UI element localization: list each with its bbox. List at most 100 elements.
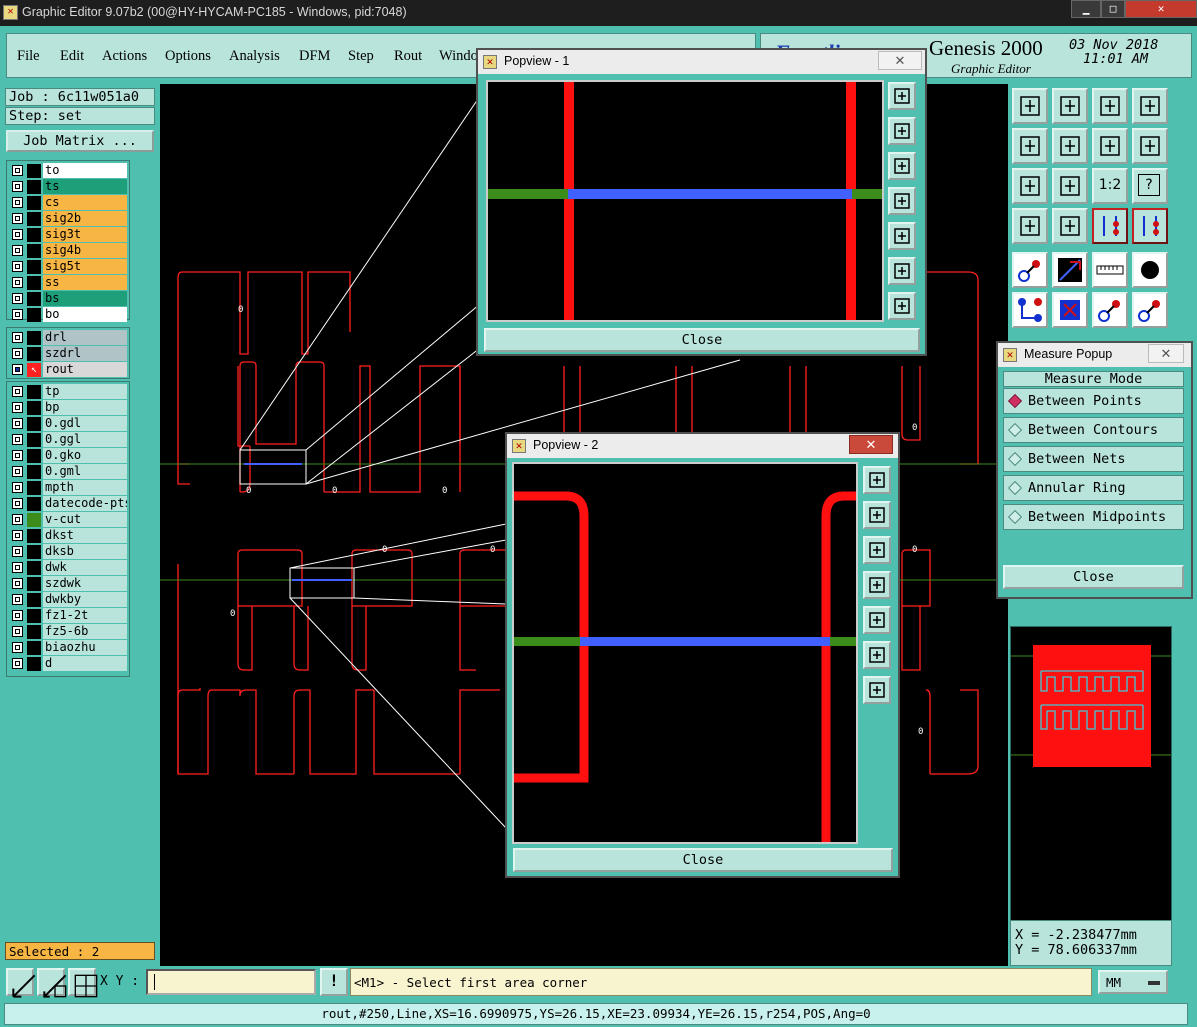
layer-name[interactable]: szdrl bbox=[43, 346, 127, 361]
layer-name[interactable]: dwk bbox=[43, 560, 127, 575]
layer-color-swatch[interactable] bbox=[27, 164, 41, 178]
layer-name[interactable]: d bbox=[43, 656, 127, 671]
layer-row[interactable]: mpth bbox=[9, 480, 127, 496]
close-window-button[interactable]: ✕ bbox=[1125, 0, 1197, 18]
menu-file[interactable]: File bbox=[17, 48, 40, 65]
layer-name[interactable]: bs bbox=[43, 291, 127, 306]
pv-zoom-out-icon[interactable] bbox=[863, 676, 891, 704]
layer-row[interactable]: szdwk bbox=[9, 576, 127, 592]
layer-name[interactable]: ss bbox=[43, 275, 127, 290]
layer-color-swatch[interactable] bbox=[27, 385, 41, 399]
layer-color-swatch[interactable] bbox=[27, 244, 41, 258]
maximize-button[interactable]: □ bbox=[1101, 0, 1125, 18]
layer-checkbox[interactable] bbox=[12, 562, 23, 573]
layer-row[interactable]: d bbox=[9, 656, 127, 672]
pv-zoom-in-icon[interactable] bbox=[888, 257, 916, 285]
menu-dfm[interactable]: DFM bbox=[299, 48, 330, 65]
layer-row[interactable]: szdrl bbox=[9, 346, 127, 362]
menu-step[interactable]: Step bbox=[348, 48, 374, 65]
scale-1-2-icon[interactable]: 1:2 bbox=[1092, 168, 1128, 204]
layer-color-swatch[interactable] bbox=[27, 292, 41, 306]
pv-pan-left-icon[interactable] bbox=[888, 187, 916, 215]
zoom-area-icon[interactable] bbox=[37, 968, 67, 998]
layer-name[interactable]: dksb bbox=[43, 544, 127, 559]
measure-icon[interactable] bbox=[1092, 292, 1128, 328]
connect-icon[interactable] bbox=[1012, 292, 1048, 328]
layer-row[interactable]: bp bbox=[9, 400, 127, 416]
layer-name[interactable]: cs bbox=[43, 195, 127, 210]
layer-color-swatch[interactable] bbox=[27, 625, 41, 639]
layer-color-swatch[interactable] bbox=[27, 641, 41, 655]
layer-color-swatch[interactable] bbox=[27, 180, 41, 194]
layer-name[interactable]: biaozhu bbox=[43, 640, 127, 655]
layer-color-swatch[interactable] bbox=[27, 513, 41, 527]
layer-checkbox[interactable] bbox=[12, 626, 23, 637]
move-right-icon[interactable] bbox=[1052, 128, 1088, 164]
layer-name[interactable]: 0.gko bbox=[43, 448, 127, 463]
layer-row[interactable]: bo bbox=[9, 307, 127, 323]
popview-1-close-x[interactable]: ✕ bbox=[878, 51, 922, 70]
layer-color-swatch[interactable] bbox=[27, 577, 41, 591]
layer-checkbox[interactable] bbox=[12, 165, 23, 176]
minimize-button[interactable]: ▁ bbox=[1071, 0, 1101, 18]
pv-pan-right-icon[interactable] bbox=[863, 606, 891, 634]
menu-edit[interactable]: Edit bbox=[60, 48, 84, 65]
layer-name[interactable]: drl bbox=[43, 330, 127, 345]
layer-color-swatch[interactable] bbox=[27, 609, 41, 623]
popview-2-close-button[interactable]: Close bbox=[513, 848, 893, 872]
layer-color-swatch[interactable] bbox=[27, 545, 41, 559]
layer-row[interactable]: 0.ggl bbox=[9, 432, 127, 448]
pv-fit-icon[interactable] bbox=[888, 82, 916, 110]
layer-row[interactable]: sig5t bbox=[9, 259, 127, 275]
layer-color-swatch[interactable] bbox=[27, 276, 41, 290]
layer-checkbox[interactable] bbox=[12, 658, 23, 669]
layer-row[interactable]: cs bbox=[9, 195, 127, 211]
layer-checkbox[interactable] bbox=[12, 546, 23, 557]
layer-row[interactable]: fz5-6b bbox=[9, 624, 127, 640]
layer-row[interactable]: 0.gdl bbox=[9, 416, 127, 432]
layer-checkbox[interactable] bbox=[12, 402, 23, 413]
pad-icon[interactable] bbox=[1132, 252, 1168, 288]
layer-checkbox[interactable] bbox=[12, 610, 23, 621]
xy-input[interactable] bbox=[146, 969, 316, 995]
layer-name[interactable]: sig5t bbox=[43, 259, 127, 274]
snap-icon[interactable] bbox=[1052, 208, 1088, 244]
layer-name[interactable]: v-cut bbox=[43, 512, 127, 527]
menu-rout[interactable]: Rout bbox=[394, 48, 422, 65]
menu-options[interactable]: Options bbox=[165, 48, 211, 65]
pv-zoom-out-icon[interactable] bbox=[888, 292, 916, 320]
layer-name[interactable]: sig2b bbox=[43, 211, 127, 226]
layer-row[interactable]: bs bbox=[9, 291, 127, 307]
layer-color-swatch[interactable] bbox=[27, 529, 41, 543]
net-blue-icon[interactable] bbox=[1132, 208, 1168, 244]
layer-row[interactable]: datecode-pts bbox=[9, 496, 127, 512]
layer-checkbox[interactable] bbox=[12, 642, 23, 653]
layer-name[interactable]: datecode-pts bbox=[43, 496, 127, 511]
layer-checkbox[interactable] bbox=[12, 348, 23, 359]
help-icon[interactable]: ? bbox=[1132, 168, 1168, 204]
layer-checkbox[interactable] bbox=[12, 364, 23, 375]
pv-pan-left-icon[interactable] bbox=[863, 571, 891, 599]
pv-pan-up-icon[interactable] bbox=[888, 117, 916, 145]
layer-row[interactable]: sig3t bbox=[9, 227, 127, 243]
layer-color-swatch[interactable] bbox=[27, 465, 41, 479]
alert-icon[interactable]: ! bbox=[320, 968, 348, 996]
grid-icon[interactable] bbox=[68, 968, 98, 998]
layer-row[interactable]: sig4b bbox=[9, 243, 127, 259]
layer-name[interactable]: sig3t bbox=[43, 227, 127, 242]
layer-row[interactable]: dwk bbox=[9, 560, 127, 576]
pv-pan-up-icon[interactable] bbox=[863, 501, 891, 529]
layer-name[interactable]: bp bbox=[43, 400, 127, 415]
layer-row[interactable]: biaozhu bbox=[9, 640, 127, 656]
popview-2-viewport[interactable] bbox=[512, 462, 858, 844]
popview-2-close-x[interactable]: ✕ bbox=[849, 435, 893, 454]
layer-checkbox[interactable] bbox=[12, 482, 23, 493]
layer-color-swatch[interactable] bbox=[27, 401, 41, 415]
layer-checkbox[interactable] bbox=[12, 418, 23, 429]
layer-name[interactable]: dwkby bbox=[43, 592, 127, 607]
net-red-icon[interactable] bbox=[1092, 208, 1128, 244]
layer-checkbox[interactable] bbox=[12, 197, 23, 208]
measure-option-between-points[interactable]: Between Points bbox=[1003, 388, 1184, 414]
layer-color-swatch[interactable] bbox=[27, 449, 41, 463]
layer-color-swatch[interactable] bbox=[27, 657, 41, 671]
